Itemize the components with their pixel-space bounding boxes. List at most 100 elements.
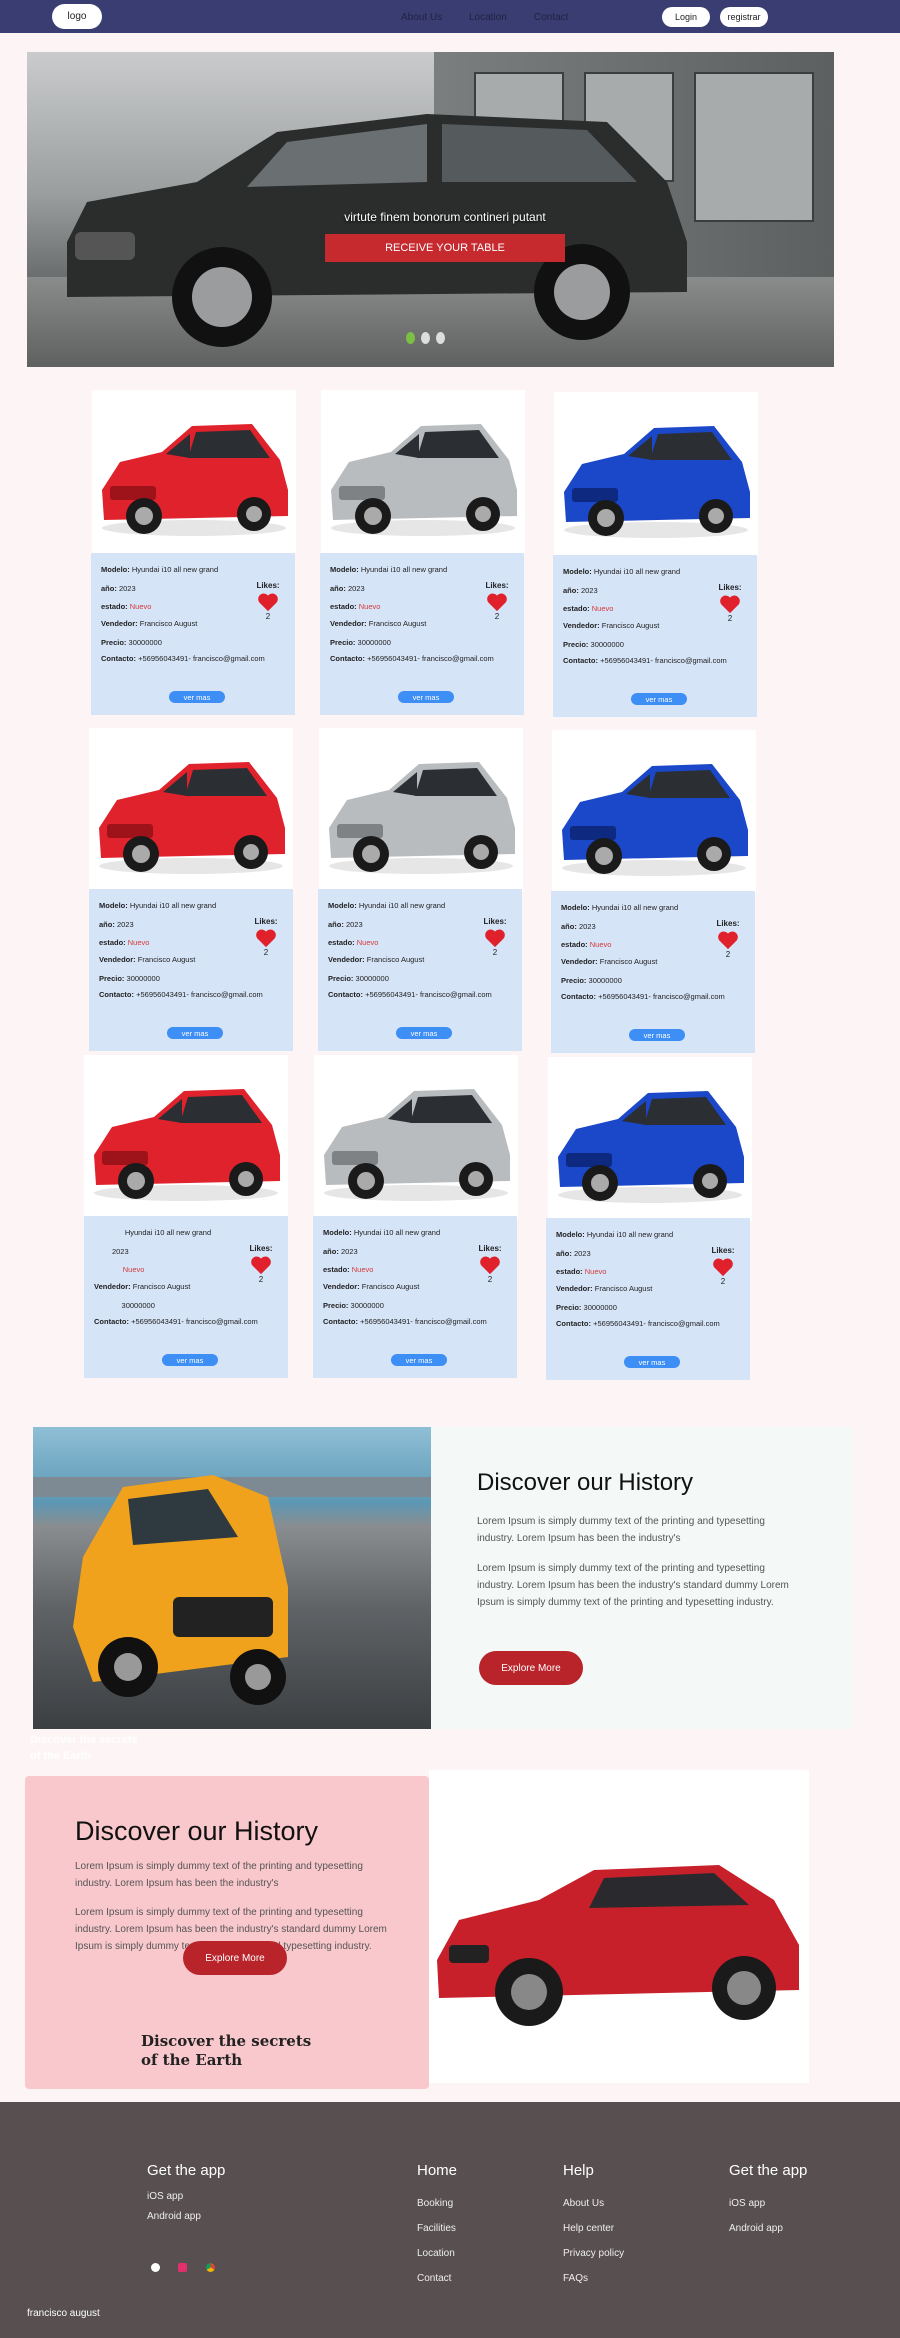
car-photo	[558, 1091, 744, 1203]
info-vendedor-label: Vendedor:	[323, 1282, 360, 1291]
car-info-card: Modelo: Hyundai i10 all new grand año: 20…	[546, 1218, 750, 1380]
info-modelo-label: Modelo:	[101, 565, 130, 574]
ver-mas-button[interactable]: ver mas	[631, 693, 687, 705]
info-contacto-label: Contacto:	[330, 654, 365, 663]
footer-col4-item-2[interactable]: Android app	[729, 2223, 783, 2234]
info-modelo-value: Hyundai i10 all new grand	[124, 1228, 212, 1237]
info-modelo-value: Hyundai i10 all new grand	[129, 901, 217, 910]
info-contacto-label: Contacto:	[94, 1317, 129, 1326]
heart-icon[interactable]	[717, 930, 739, 950]
ver-mas-button[interactable]: ver mas	[169, 691, 225, 703]
login-button[interactable]: Login	[662, 7, 710, 27]
circle-icon[interactable]	[151, 2263, 160, 2272]
info-contacto-value: +56956043491- francisco@gmail.com	[360, 1317, 487, 1326]
info-modelo: Modelo: Hyundai i10 all new grand	[101, 565, 218, 574]
footer-col3-item-3[interactable]: Privacy policy	[563, 2248, 624, 2259]
info-precio: Precio: 30000000	[323, 1301, 384, 1310]
likes-block: Likes: 2	[246, 1244, 276, 1284]
ver-mas-button[interactable]: ver mas	[398, 691, 454, 703]
ver-mas-button[interactable]: ver mas	[624, 1356, 680, 1368]
info-contacto: Contacto: +56956043491- francisco@gmail.…	[323, 1317, 487, 1326]
ver-mas-button[interactable]: ver mas	[162, 1354, 218, 1366]
history-2-explore-button[interactable]: Explore More	[183, 1941, 287, 1975]
nav-link-about[interactable]: About Us	[401, 12, 442, 23]
likes-count: 2	[263, 948, 269, 957]
likes-label: Likes:	[254, 917, 278, 926]
likes-label: Likes:	[716, 919, 740, 928]
info-modelo-value: Hyundai i10 all new grand	[360, 565, 448, 574]
info-precio: Precio: 30000000	[561, 976, 622, 985]
register-button[interactable]: registrar	[720, 7, 768, 27]
footer-col2-item-1[interactable]: Booking	[417, 2198, 453, 2209]
chrome-icon[interactable]	[206, 2263, 215, 2272]
faint-caption-line-2: of the Earth	[30, 1750, 92, 1762]
likes-block: Likes: 2	[715, 583, 745, 623]
heart-icon[interactable]	[257, 592, 279, 612]
info-vendedor-value: Francisco August	[366, 955, 425, 964]
likes-label: Likes:	[711, 1246, 735, 1255]
footer-col3-item-2[interactable]: Help center	[563, 2223, 614, 2234]
footer-col2-item-4[interactable]: Contact	[417, 2273, 451, 2284]
logo-button[interactable]: logo	[52, 4, 102, 29]
info-modelo: Modelo: Hyundai i10 all new grand	[328, 901, 445, 910]
heart-icon[interactable]	[486, 592, 508, 612]
car-info-card: Modelo: Hyundai i10 all new grand año: 20…	[551, 891, 755, 1053]
footer-col3-item-1[interactable]: About Us	[563, 2198, 604, 2209]
hero-cta-button[interactable]: RECEIVE YOUR TABLE	[325, 234, 565, 262]
heart-icon[interactable]	[250, 1255, 272, 1275]
heart-icon[interactable]	[479, 1255, 501, 1275]
ver-mas-button[interactable]: ver mas	[396, 1027, 452, 1039]
info-anio: año: 2023	[101, 584, 136, 593]
red-suv-panel	[429, 1770, 809, 2083]
footer-col1-item-1[interactable]: iOS app	[147, 2191, 183, 2202]
carousel-dot-1[interactable]	[406, 332, 415, 344]
nav-link-location[interactable]: Location	[469, 12, 507, 23]
info-modelo-value: Hyundai i10 all new grand	[358, 901, 446, 910]
info-estado-value: Nuevo	[584, 1267, 607, 1276]
info-precio-value: 30000000	[128, 638, 162, 647]
footer-col2-item-3[interactable]: Location	[417, 2248, 455, 2259]
info-precio-value: 30000000	[583, 1303, 617, 1312]
footer-col1-item-2[interactable]: Android app	[147, 2211, 201, 2222]
nav-link-contact[interactable]: Contact	[534, 12, 568, 23]
heart-icon[interactable]	[484, 928, 506, 948]
history-1-explore-button[interactable]: Explore More	[479, 1651, 583, 1685]
car-info-card: Modelo: Hyundai i10 all new grand año: 20…	[553, 555, 757, 717]
info-modelo: Modelo: Hyundai i10 all new grand	[330, 565, 447, 574]
ver-mas-button[interactable]: ver mas	[167, 1027, 223, 1039]
footer-col3-item-4[interactable]: FAQs	[563, 2273, 588, 2284]
heart-icon[interactable]	[719, 594, 741, 614]
navbar: logo About Us Location Contact Login reg…	[0, 0, 900, 33]
info-contacto-label: Contacto:	[563, 656, 598, 665]
heart-icon[interactable]	[255, 928, 277, 948]
info-precio-value: 30000000	[357, 638, 391, 647]
carousel-dot-2[interactable]	[421, 332, 430, 344]
info-vendedor-value: Francisco August	[594, 1284, 653, 1293]
footer-col2-item-2[interactable]: Facilities	[417, 2223, 456, 2234]
heart-icon[interactable]	[712, 1257, 734, 1277]
info-vendedor-value: Francisco August	[599, 957, 658, 966]
info-anio-value: 2023	[340, 1247, 358, 1256]
ver-mas-button[interactable]: ver mas	[391, 1354, 447, 1366]
likes-block: Likes: 2	[475, 1244, 505, 1284]
hero-caption: virtute finem bonorum contineri putant	[344, 210, 546, 224]
info-estado: estado: Nuevo	[94, 1265, 145, 1274]
info-contacto-value: +56956043491- francisco@gmail.com	[600, 656, 727, 665]
car-image-card	[321, 390, 525, 554]
info-vendedor-value: Francisco August	[139, 619, 198, 628]
info-vendedor: Vendedor: Francisco August	[556, 1284, 652, 1293]
info-anio: año: 2023	[561, 922, 596, 931]
likes-count: 2	[725, 950, 731, 959]
ver-mas-button[interactable]: ver mas	[629, 1029, 685, 1041]
secrets-line-1: Discover the secrets	[141, 2032, 312, 2050]
likes-block: Likes: 2	[482, 581, 512, 621]
red-suv-image	[437, 1865, 799, 2026]
carousel-dot-3[interactable]	[436, 332, 445, 344]
car-info-card: Modelo: Hyundai i10 all new grand año: 20…	[313, 1216, 517, 1378]
history-section-1: Discover our History Lorem Ipsum is simp…	[33, 1427, 853, 1729]
info-modelo-label: Modelo:	[330, 565, 359, 574]
footer-col4-item-1[interactable]: iOS app	[729, 2198, 765, 2209]
info-estado-value: Nuevo	[591, 604, 614, 613]
car-image-card	[319, 728, 523, 892]
instagram-icon[interactable]	[178, 2263, 187, 2272]
